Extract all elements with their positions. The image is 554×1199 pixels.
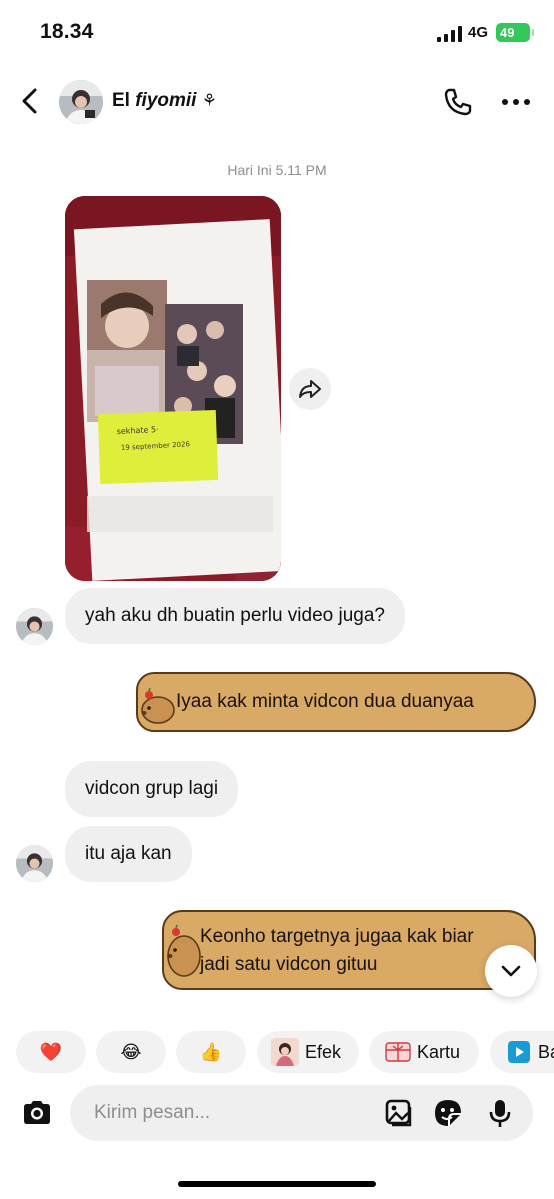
gallery-icon[interactable] bbox=[382, 1097, 414, 1129]
home-indicator bbox=[178, 1181, 376, 1187]
effects-label: Efek bbox=[305, 1042, 342, 1062]
microphone-icon[interactable] bbox=[484, 1097, 516, 1129]
avatar-photo bbox=[59, 80, 103, 124]
status-bar: 18.34 4G 49 bbox=[0, 0, 554, 66]
effects-button[interactable]: Efek bbox=[257, 1031, 359, 1073]
laugh-emoji: 😂 bbox=[120, 1042, 142, 1062]
signal-icon bbox=[437, 26, 462, 42]
avatar-photo bbox=[16, 845, 53, 882]
reaction-laugh[interactable]: 😂 bbox=[96, 1031, 166, 1073]
gift-card-icon bbox=[385, 1042, 411, 1062]
camera-icon[interactable] bbox=[16, 1092, 58, 1134]
contact-name-part: El bbox=[112, 90, 136, 111]
effect-sticker-icon bbox=[271, 1038, 299, 1066]
share-button[interactable] bbox=[289, 368, 331, 410]
card-label: Kartu bbox=[417, 1042, 461, 1062]
chevron-down-icon bbox=[501, 965, 521, 977]
date-separator: Hari Ini 5.11 PM bbox=[227, 162, 327, 178]
scroll-to-bottom-button[interactable] bbox=[485, 945, 537, 997]
reaction-thumbs-up[interactable]: 👍 bbox=[176, 1031, 246, 1073]
share-arrow-icon bbox=[299, 380, 321, 398]
message-composer[interactable]: Kirim pesan... bbox=[70, 1085, 533, 1141]
network-label: 4G bbox=[468, 24, 489, 41]
more-horizontal-icon[interactable] bbox=[500, 92, 532, 112]
avatar-photo bbox=[16, 608, 53, 645]
photo-message[interactable]: sekhate 5· 19 september 2026 bbox=[65, 196, 281, 581]
chip-ba[interactable]: Ba bbox=[490, 1031, 554, 1073]
chat-header: El fiyomii ⚘ bbox=[0, 72, 554, 132]
reaction-heart[interactable]: ❤️ bbox=[16, 1031, 86, 1073]
photo-image: sekhate 5· 19 september 2026 bbox=[65, 196, 281, 581]
sticker-icon[interactable] bbox=[432, 1097, 464, 1129]
contact-name-italic: fiyomii bbox=[135, 90, 197, 111]
message-input[interactable]: Kirim pesan... bbox=[94, 1085, 210, 1141]
message-bubble-incoming[interactable]: itu aja kan bbox=[65, 826, 192, 882]
heart-emoji: ❤️ bbox=[39, 1042, 63, 1062]
avatar[interactable] bbox=[16, 608, 53, 645]
capybara-icon bbox=[167, 924, 201, 977]
message-text: jadi satu vidcon gituu bbox=[200, 954, 378, 975]
battery-level: 49 bbox=[500, 25, 515, 40]
capybara-icon bbox=[141, 687, 175, 724]
status-time: 18.34 bbox=[40, 20, 94, 43]
message-text: Keonho targetnya jugaa kak biar bbox=[200, 926, 474, 947]
thumbs-up-emoji: 👍 bbox=[199, 1042, 223, 1062]
message-text: Iyaa kak minta vidcon dua duanyaa bbox=[176, 691, 474, 712]
avatar[interactable] bbox=[16, 845, 53, 882]
message-bubble-incoming[interactable]: yah aku dh buatin perlu video juga? bbox=[65, 588, 406, 644]
quick-reactions-bar: ❤️ 😂 👍 Efek Kartu Ba bbox=[0, 1031, 554, 1073]
card-button[interactable]: Kartu bbox=[369, 1031, 479, 1073]
chip-label: Ba bbox=[538, 1042, 554, 1062]
play-icon bbox=[508, 1041, 530, 1063]
message-bubble-outgoing[interactable]: Keonho targetnya jugaa kak biar jadi sat… bbox=[162, 910, 536, 990]
contact-name[interactable]: El fiyomii ⚘ bbox=[112, 90, 217, 112]
phone-icon[interactable] bbox=[442, 86, 474, 118]
battery-indicator: 49 bbox=[496, 23, 534, 42]
avatar[interactable] bbox=[59, 80, 103, 124]
contact-name-symbol: ⚘ bbox=[201, 91, 217, 110]
chevron-left-icon[interactable] bbox=[16, 86, 44, 116]
message-bubble-incoming[interactable]: vidcon grup lagi bbox=[65, 761, 239, 817]
message-bubble-outgoing[interactable]: Iyaa kak minta vidcon dua duanyaa bbox=[136, 672, 536, 732]
